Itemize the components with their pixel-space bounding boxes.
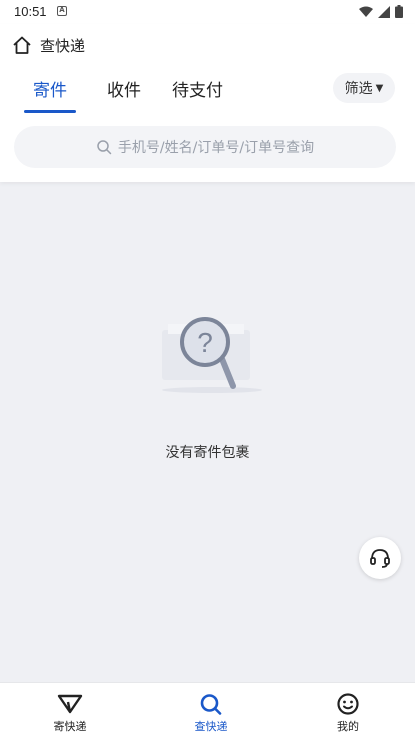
status-bar: 10:51 A: [0, 0, 415, 24]
bottom-nav: 寄快递 查快递 我的: [0, 682, 415, 737]
empty-message: 没有寄件包裹: [165, 445, 250, 461]
tab-receive[interactable]: 收件: [107, 76, 141, 101]
filter-button[interactable]: 筛选 ▼: [333, 73, 395, 103]
empty-magnifier-icon: ?: [162, 317, 262, 393]
tab-send[interactable]: 寄件: [33, 76, 67, 101]
wifi-icon: [359, 6, 373, 17]
active-tab-indicator: [24, 110, 76, 113]
search-placeholder: 手机号/姓名/订单号/订单号查询: [117, 140, 315, 156]
svg-text:?: ?: [197, 327, 213, 358]
nav-label: 寄快递: [53, 720, 87, 733]
battery-icon: [395, 5, 403, 18]
send-icon: [57, 694, 83, 714]
headset-icon: [370, 549, 390, 568]
signal-icon: [378, 5, 390, 18]
title-bar: 查快递: [12, 34, 85, 56]
search-icon: [97, 140, 112, 155]
smiley-icon: [337, 693, 359, 715]
nav-query-express[interactable]: 查快递: [161, 683, 261, 737]
tab-pending-payment[interactable]: 待支付: [172, 76, 223, 101]
filter-label: 筛选: [344, 81, 373, 97]
search-input[interactable]: 手机号/姓名/订单号/订单号查询: [14, 126, 396, 168]
nav-label: 我的: [337, 720, 359, 733]
home-icon[interactable]: [12, 35, 32, 55]
system-icons: [359, 5, 403, 18]
notification-icon: A: [57, 6, 67, 16]
nav-label: 查快递: [194, 720, 228, 733]
customer-service-button[interactable]: [359, 537, 401, 579]
caret-down-icon: ▼: [375, 82, 384, 94]
nav-send-express[interactable]: 寄快递: [20, 683, 120, 737]
status-time: 10:51: [14, 4, 47, 19]
nav-mine[interactable]: 我的: [298, 683, 398, 737]
header: 查快递 寄件 收件 待支付 筛选 ▼ 手机号/姓名/订单号/订单号查询: [0, 24, 415, 182]
page-title: 查快递: [40, 36, 86, 55]
search-icon: [200, 694, 222, 715]
